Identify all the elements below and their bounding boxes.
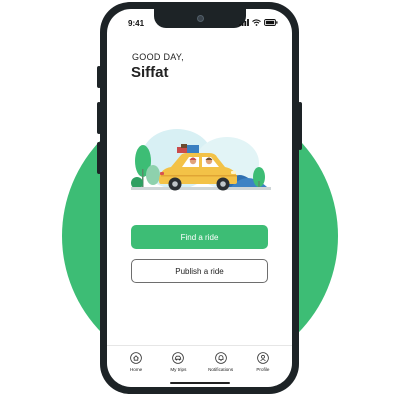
- status-time: 9:41: [128, 19, 145, 28]
- phone-screen: 9:41 GOOD DAY, Siffat Find a ride Publis…: [107, 9, 292, 387]
- bottom-tab-bar: Home My trips Notifications Profile: [107, 345, 292, 387]
- silent-switch: [97, 66, 101, 88]
- volume-down-button: [97, 142, 101, 174]
- bell-icon: [214, 352, 227, 364]
- profile-icon: [257, 352, 269, 364]
- volume-up-button: [97, 102, 101, 134]
- battery-icon: [264, 19, 278, 26]
- signal-icon: [239, 19, 249, 26]
- user-name: Siffat: [131, 64, 169, 81]
- notch: [153, 9, 246, 28]
- front-camera: [196, 15, 204, 22]
- greeting-text: GOOD DAY,: [132, 52, 184, 62]
- tab-profile[interactable]: Profile: [244, 352, 282, 387]
- find-ride-button[interactable]: Find a ride: [131, 225, 268, 249]
- car-road-trip-illustration: [131, 129, 271, 191]
- status-icons: [239, 19, 278, 26]
- publish-ride-button[interactable]: Publish a ride: [131, 259, 268, 283]
- phone-frame: 9:41 GOOD DAY, Siffat Find a ride Publis…: [97, 2, 302, 394]
- tab-label-notifications: Notifications: [208, 367, 234, 372]
- wifi-icon: [252, 19, 261, 26]
- tab-home[interactable]: Home: [117, 352, 155, 387]
- tab-label-profile: Profile: [256, 367, 270, 372]
- power-button: [298, 102, 302, 150]
- tab-label-home: Home: [129, 367, 143, 372]
- tab-label-my-trips: My trips: [170, 367, 187, 372]
- home-indicator: [169, 382, 230, 384]
- car-icon: [172, 352, 185, 364]
- home-icon: [130, 352, 142, 364]
